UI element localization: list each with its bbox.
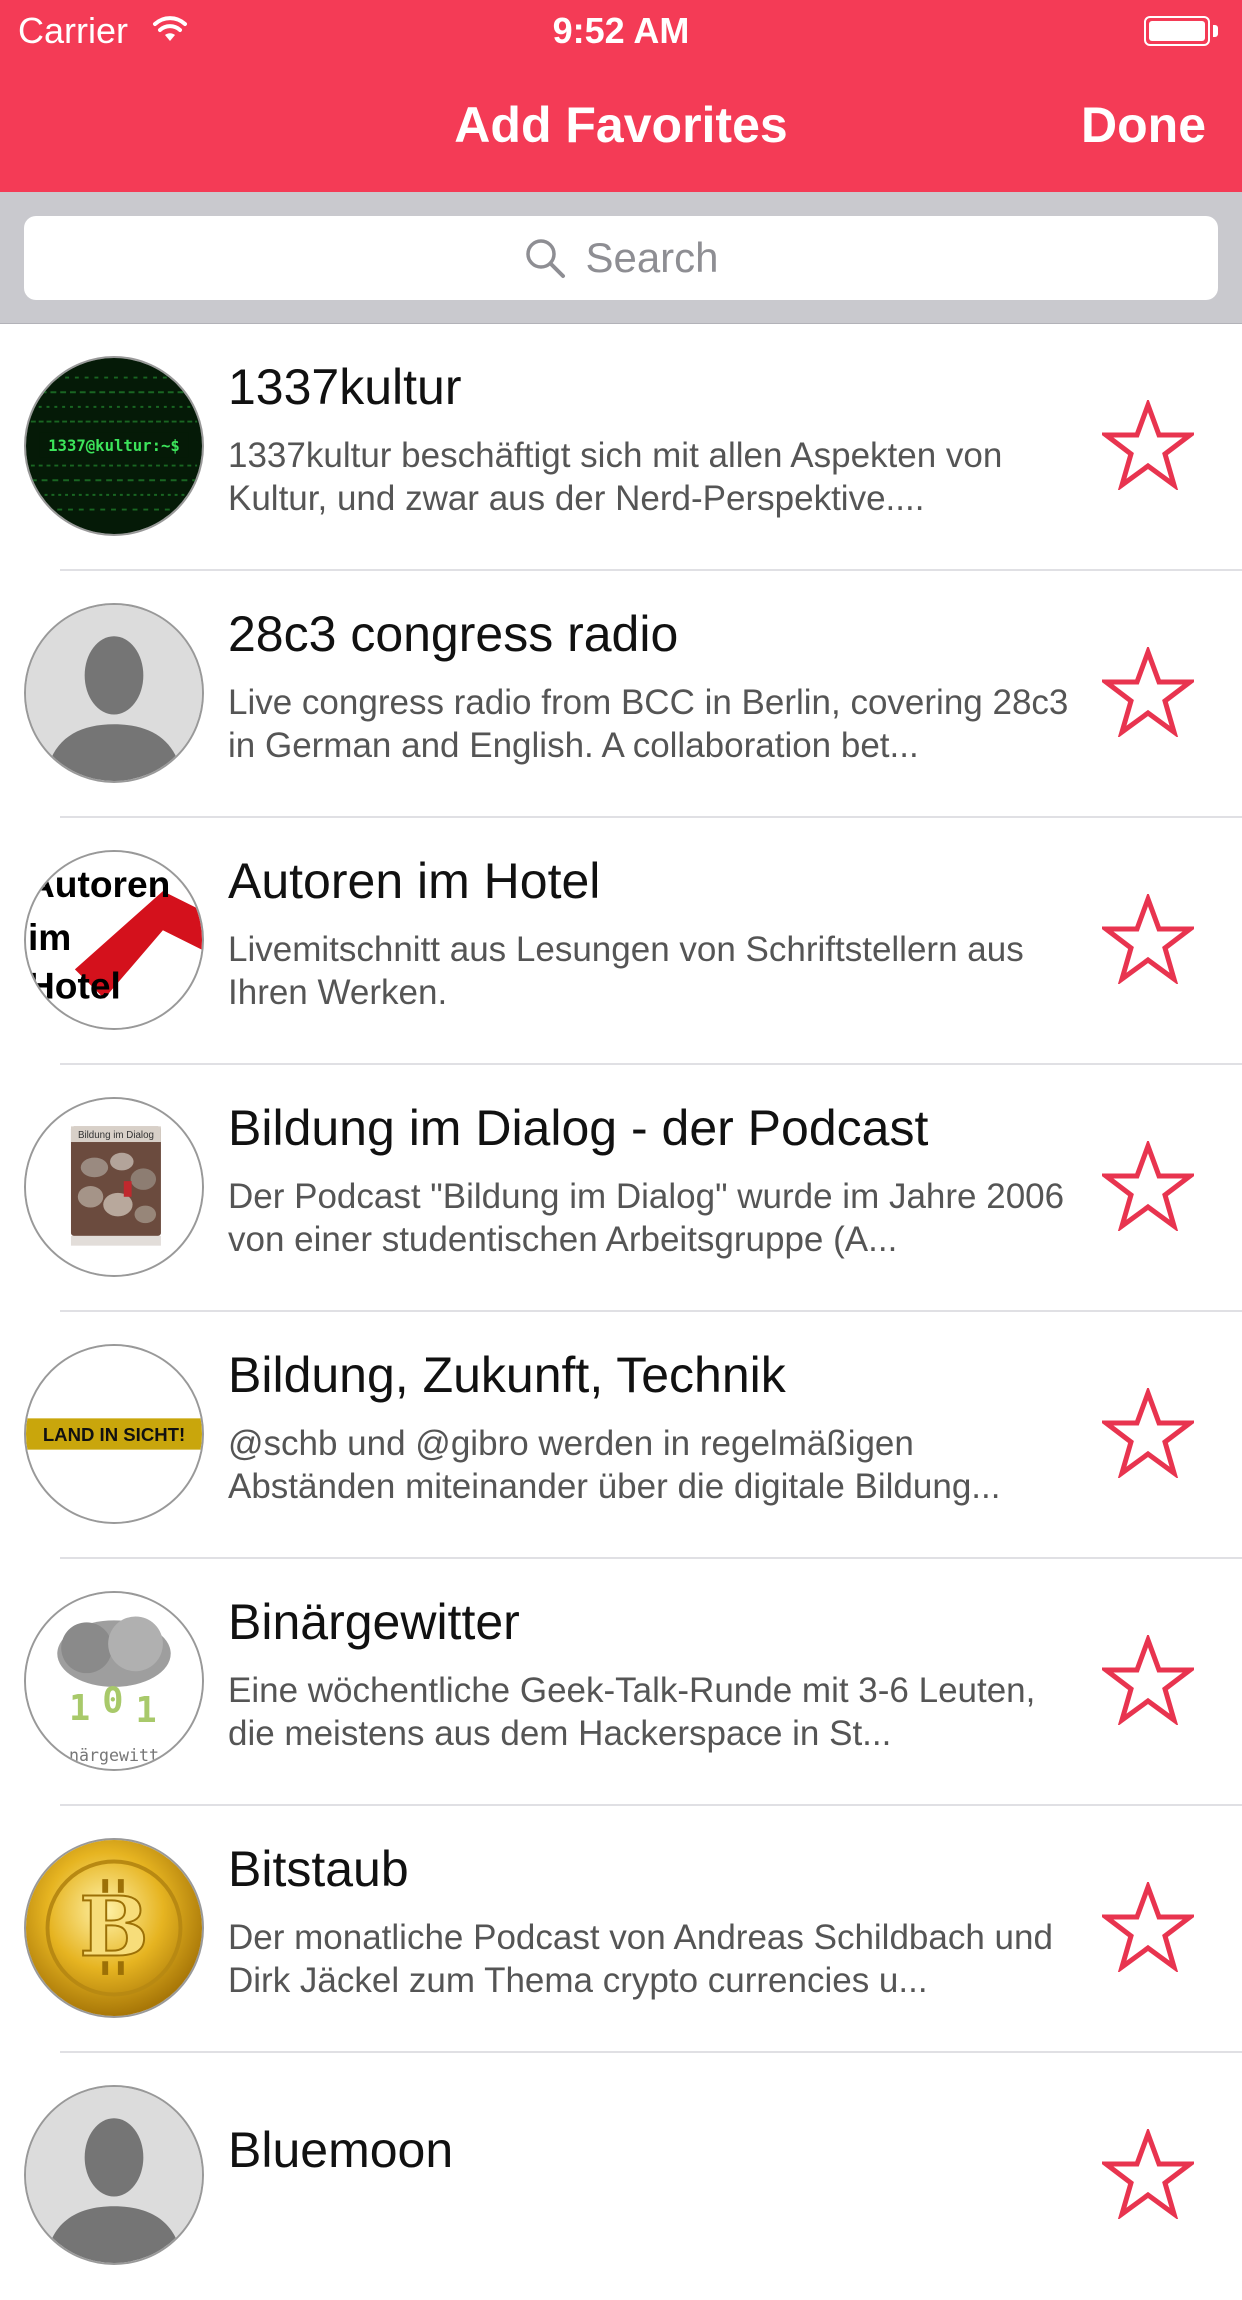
svg-text:1: 1 [69, 1688, 90, 1729]
svg-text:Hotel: Hotel [28, 965, 121, 1007]
svg-text:1337@kultur:~$: 1337@kultur:~$ [48, 436, 180, 455]
list-item[interactable]: 1 0 1 närgewitt Binärgewitter Eine wöche… [0, 1559, 1242, 1806]
person-placeholder-icon [24, 603, 204, 783]
star-icon [1098, 891, 1198, 986]
podcast-title: Bluemoon [228, 2122, 454, 2178]
podcast-title: Binärgewitter [228, 1594, 520, 1650]
podcast-title: Bildung im Dialog - der Podcast [228, 1100, 929, 1156]
navigation-header: Carrier 9:52 AM Add Favorites Done [0, 0, 1242, 192]
battery-icon [1144, 16, 1218, 46]
autoren-logo-icon: Autoren im Hotel [24, 850, 204, 1030]
star-icon [1098, 2126, 1198, 2221]
podcast-title: Autoren im Hotel [228, 853, 601, 909]
podcast-description: Eine wöchentliche Geek-Talk-Runde mit 3-… [228, 1671, 1036, 1753]
svg-text:närgewitt: närgewitt [69, 1746, 159, 1765]
stones-cover-icon: Bildung im Dialog [24, 1097, 204, 1277]
podcast-title: Bitstaub [228, 1841, 409, 1897]
podcast-title: Bildung, Zukunft, Technik [228, 1347, 786, 1403]
cloud-storm-icon: 1 0 1 närgewitt [24, 1591, 204, 1771]
status-bar: Carrier 9:52 AM [0, 0, 1242, 62]
done-button[interactable]: Done [1081, 96, 1206, 154]
star-icon [1098, 1632, 1198, 1727]
podcast-description: @schb und @gibro werden in regelmäßigen … [228, 1424, 1001, 1506]
list-item[interactable]: 28c3 congress radio Live congress radio … [0, 571, 1242, 818]
terminal-avatar-icon: 1337@kultur:~$ [24, 356, 204, 536]
search-input[interactable]: Search [24, 216, 1218, 300]
star-icon [1098, 1138, 1198, 1233]
podcast-description: Live congress radio from BCC in Berlin, … [228, 683, 1069, 765]
bitcoin-coin-icon: B [24, 1838, 204, 2018]
list-item[interactable]: B Bitstaub Der monatliche Podcast von An… [0, 1806, 1242, 2053]
favorite-star-button[interactable] [1098, 1632, 1198, 1727]
svg-text:LAND IN SICHT!: LAND IN SICHT! [43, 1424, 185, 1445]
favorite-star-button[interactable] [1098, 1138, 1198, 1233]
svg-text:B: B [79, 1879, 148, 1975]
list-item[interactable]: Bildung im Dialog Bildung im Dialog - de… [0, 1065, 1242, 1312]
favorite-star-button[interactable] [1098, 1385, 1198, 1480]
svg-text:0: 0 [102, 1680, 123, 1721]
podcast-description: Der monatliche Podcast von Andreas Schil… [228, 1918, 1053, 2000]
podcast-description: Der Podcast "Bildung im Dialog" wurde im… [228, 1177, 1065, 1259]
star-icon [1098, 397, 1198, 492]
podcast-title: 1337kultur [228, 359, 462, 415]
star-icon [1098, 1879, 1198, 1974]
search-placeholder: Search [585, 234, 719, 281]
favorite-star-button[interactable] [1098, 1879, 1198, 1974]
svg-text:Bildung im Dialog: Bildung im Dialog [78, 1130, 154, 1141]
podcast-description: Livemitschnitt aus Lesungen von Schrifts… [228, 930, 1024, 1012]
list-item[interactable]: Autoren im Hotel Autoren im Hotel Livemi… [0, 818, 1242, 1065]
star-icon [1098, 644, 1198, 739]
svg-text:Autoren: Autoren [28, 863, 170, 905]
list-item[interactable]: LAND IN SICHT! Bildung, Zukunft, Technik… [0, 1312, 1242, 1559]
search-icon [526, 239, 566, 278]
podcast-description: 1337kultur beschäftigt sich mit allen As… [228, 436, 1003, 518]
land-in-sicht-icon: LAND IN SICHT! [24, 1344, 204, 1524]
favorite-star-button[interactable] [1098, 891, 1198, 986]
favorite-star-button[interactable] [1098, 397, 1198, 492]
page-title: Add Favorites [454, 97, 788, 153]
podcast-title: 28c3 congress radio [228, 606, 679, 662]
favorite-star-button[interactable] [1098, 644, 1198, 739]
favorite-star-button[interactable] [1098, 2126, 1198, 2221]
svg-text:im: im [28, 916, 71, 958]
list-item[interactable]: 1337@kultur:~$ 1337kultur 1337kultur bes… [0, 324, 1242, 571]
podcast-list: 1337@kultur:~$ 1337kultur 1337kultur bes… [0, 324, 1242, 2300]
svg-text:1: 1 [136, 1690, 157, 1731]
search-bar: Search [0, 192, 1242, 324]
person-placeholder-icon [24, 2085, 204, 2265]
status-time: 9:52 AM [552, 10, 690, 51]
list-item[interactable]: Bluemoon [0, 2053, 1242, 2300]
star-icon [1098, 1385, 1198, 1480]
